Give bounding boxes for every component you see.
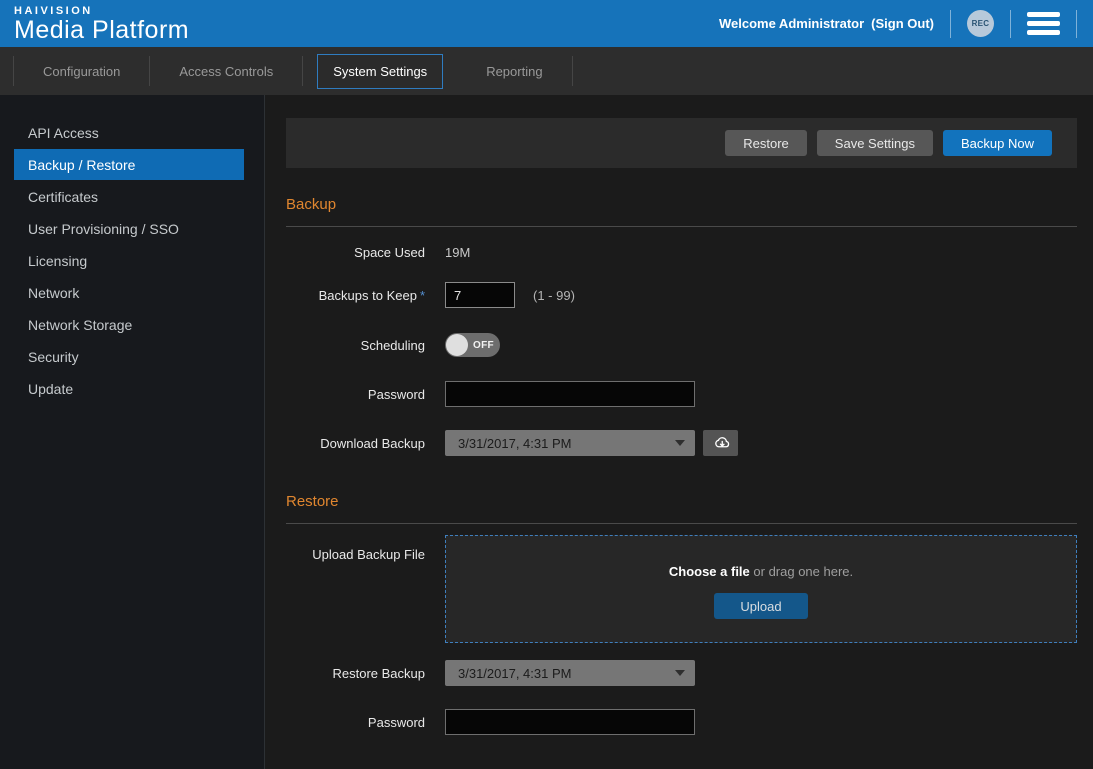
file-dropzone[interactable]: Choose a file or drag one here. Upload xyxy=(445,535,1077,643)
download-backup-label: Download Backup xyxy=(286,436,445,451)
rec-badge[interactable]: REC xyxy=(967,10,994,37)
sidebar-item-update[interactable]: Update xyxy=(14,373,244,404)
main-nav: Configuration Access Controls System Set… xyxy=(0,47,1093,95)
backups-to-keep-row: Backups to Keep* (1 - 99) xyxy=(286,282,1077,308)
restore-section-title: Restore xyxy=(286,493,1077,510)
restore-password-label: Password xyxy=(286,715,445,730)
backup-password-row: Password xyxy=(286,381,1077,407)
sign-out-link[interactable]: (Sign Out) xyxy=(871,16,934,31)
restore-button[interactable]: Restore xyxy=(725,130,807,156)
space-used-row: Space Used 19M xyxy=(286,245,1077,260)
sidebar-item-network[interactable]: Network xyxy=(14,277,244,308)
save-settings-button[interactable]: Save Settings xyxy=(817,130,933,156)
scheduling-label: Scheduling xyxy=(286,338,445,353)
restore-backup-selected-value: 3/31/2017, 4:31 PM xyxy=(458,666,675,681)
chevron-down-icon xyxy=(675,670,685,676)
toggle-state-label: OFF xyxy=(473,340,494,351)
download-backup-selected-value: 3/31/2017, 4:31 PM xyxy=(458,436,675,451)
backups-to-keep-label: Backups to Keep* xyxy=(286,288,445,303)
backup-password-input[interactable] xyxy=(445,381,695,407)
toggle-knob xyxy=(446,334,468,356)
restore-password-row: Password xyxy=(286,709,1077,735)
brand-logo: HAIVISION Media Platform xyxy=(14,4,189,43)
tab-configuration[interactable]: Configuration xyxy=(28,55,135,88)
section-divider xyxy=(286,226,1077,227)
sidebar-item-security[interactable]: Security xyxy=(14,341,244,372)
restore-backup-label: Restore Backup xyxy=(286,666,445,681)
tab-access-controls[interactable]: Access Controls xyxy=(164,55,288,88)
backups-to-keep-hint: (1 - 99) xyxy=(533,288,575,303)
backup-password-label: Password xyxy=(286,387,445,402)
space-used-label: Space Used xyxy=(286,245,445,260)
header-divider xyxy=(1010,10,1011,38)
backup-section-title: Backup xyxy=(286,196,1077,213)
sidebar-item-licensing[interactable]: Licensing xyxy=(14,245,244,276)
scheduling-toggle[interactable]: OFF xyxy=(445,333,500,357)
sidebar-item-backup-restore[interactable]: Backup / Restore xyxy=(14,149,244,180)
backup-now-button[interactable]: Backup Now xyxy=(943,130,1052,156)
upload-button[interactable]: Upload xyxy=(714,593,807,619)
sidebar-item-user-provisioning-sso[interactable]: User Provisioning / SSO xyxy=(14,213,244,244)
choose-a-file-link[interactable]: Choose a file xyxy=(669,564,750,579)
dropzone-text: Choose a file or drag one here. xyxy=(669,564,853,579)
download-backup-select[interactable]: 3/31/2017, 4:31 PM xyxy=(445,430,695,456)
section-divider xyxy=(286,523,1077,524)
settings-sidebar: API Access Backup / Restore Certificates… xyxy=(0,95,265,769)
chevron-down-icon xyxy=(675,440,685,446)
upload-backup-file-row: Upload Backup File Choose a file or drag… xyxy=(286,535,1077,643)
restore-backup-row: Restore Backup 3/31/2017, 4:31 PM xyxy=(286,660,1077,686)
sidebar-item-network-storage[interactable]: Network Storage xyxy=(14,309,244,340)
header-divider xyxy=(1076,10,1077,38)
required-marker: * xyxy=(420,288,425,303)
main-panel: Restore Save Settings Backup Now Backup … xyxy=(265,95,1093,769)
scheduling-row: Scheduling OFF xyxy=(286,333,1077,357)
restore-backup-select[interactable]: 3/31/2017, 4:31 PM xyxy=(445,660,695,686)
action-toolbar: Restore Save Settings Backup Now xyxy=(286,118,1077,168)
upload-backup-file-label: Upload Backup File xyxy=(286,535,445,562)
download-backup-button[interactable] xyxy=(703,430,738,456)
header-divider xyxy=(950,10,951,38)
download-backup-row: Download Backup 3/31/2017, 4:31 PM xyxy=(286,430,1077,456)
welcome-text: Welcome Administrator xyxy=(719,16,864,31)
backups-to-keep-input[interactable] xyxy=(445,282,515,308)
top-header-bar: HAIVISION Media Platform Welcome Adminis… xyxy=(0,0,1093,47)
product-name: Media Platform xyxy=(14,18,189,43)
restore-password-input[interactable] xyxy=(445,709,695,735)
tab-system-settings[interactable]: System Settings xyxy=(317,54,443,89)
space-used-value: 19M xyxy=(445,245,470,260)
hamburger-menu-icon[interactable] xyxy=(1027,10,1060,37)
tab-reporting[interactable]: Reporting xyxy=(471,55,557,88)
sidebar-item-api-access[interactable]: API Access xyxy=(14,117,244,148)
cloud-download-icon xyxy=(711,435,731,451)
sidebar-item-certificates[interactable]: Certificates xyxy=(14,181,244,212)
